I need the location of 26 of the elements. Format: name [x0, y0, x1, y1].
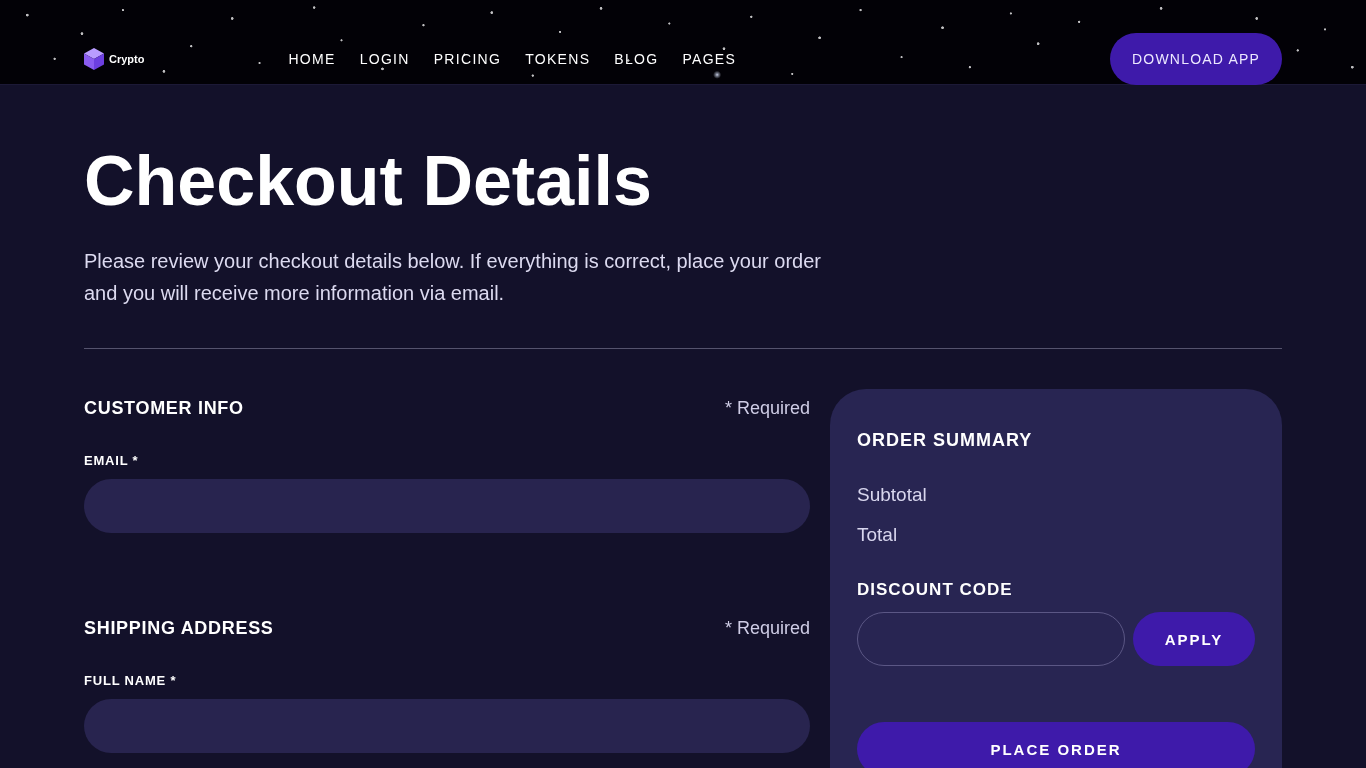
nav-link[interactable]: BLOG [614, 50, 659, 67]
logo-link[interactable]: Crypto [84, 47, 145, 70]
nav-link[interactable]: PAGES [682, 50, 737, 67]
summary-line-label: Subtotal [857, 483, 928, 507]
page-title: Checkout Details [84, 141, 653, 221]
required-note: * Required [724, 397, 810, 419]
discount-label: DISCOUNT CODE [857, 580, 1014, 600]
required-note: * Required [724, 617, 810, 639]
input-field[interactable] [84, 479, 810, 533]
intro-paragraph: Please review your checkout details below. If everything is correct, place your order and you will receive more information via email. [84, 249, 823, 306]
summary-line-label: Total [857, 523, 899, 547]
nav-link[interactable]: PRICING [433, 50, 502, 67]
cube-logo-icon [84, 47, 104, 70]
download-app-button[interactable]: DOWNLOAD APP [1110, 32, 1282, 85]
nav-link[interactable]: LOGIN [359, 50, 410, 67]
place-order-button[interactable]: PLACE ORDER [857, 722, 1255, 768]
section-heading: SHIPPING ADDRESS [84, 617, 274, 639]
field-label: FULL NAME * [84, 673, 178, 689]
discount-code-field[interactable] [857, 612, 1125, 666]
nav-link[interactable]: HOME [288, 50, 336, 67]
input-field[interactable] [84, 699, 810, 753]
field-label: EMAIL * [84, 453, 140, 469]
section-heading: CUSTOMER INFO [84, 397, 244, 419]
nav-link[interactable]: TOKENS [525, 50, 591, 67]
card-heading: ORDER SUMMARY [857, 429, 1034, 451]
apply-button[interactable]: APPLY [1133, 612, 1255, 666]
